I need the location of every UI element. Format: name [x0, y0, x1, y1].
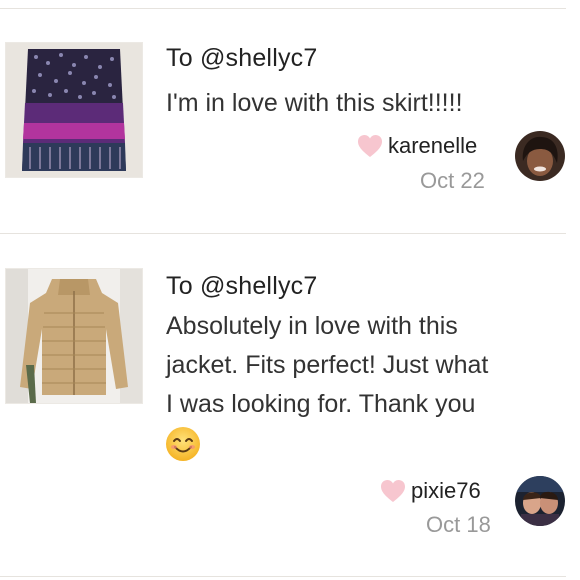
review-message: I'm in love with this skirt!!!!!	[166, 89, 463, 117]
bottom-divider	[0, 576, 566, 577]
reviewer-avatar[interactable]	[515, 476, 565, 526]
review-card: To @shellyc7 Absolutely in love with thi…	[0, 234, 580, 574]
reviewer-avatar[interactable]	[515, 131, 565, 181]
review-date: Oct 22	[420, 168, 485, 193]
smiling-face-emoji-icon	[165, 426, 201, 467]
item-thumbnail-skirt[interactable]	[5, 42, 143, 178]
review-card: To @shellyc7 I'm in love with this skirt…	[0, 0, 580, 232]
heart-icon	[357, 134, 383, 163]
review-recipient[interactable]: To @shellyc7	[166, 44, 317, 73]
review-recipient[interactable]: To @shellyc7	[166, 272, 317, 301]
jacket-image	[6, 269, 142, 403]
item-thumbnail-jacket[interactable]	[5, 268, 143, 404]
skirt-image	[6, 43, 142, 177]
review-date: Oct 18	[426, 512, 491, 537]
review-message: Absolutely in love with this jacket. Fit…	[166, 312, 489, 418]
reviewer-username[interactable]: karenelle	[388, 133, 477, 159]
reviewer-username[interactable]: pixie76	[411, 478, 481, 504]
heart-icon	[380, 479, 406, 508]
